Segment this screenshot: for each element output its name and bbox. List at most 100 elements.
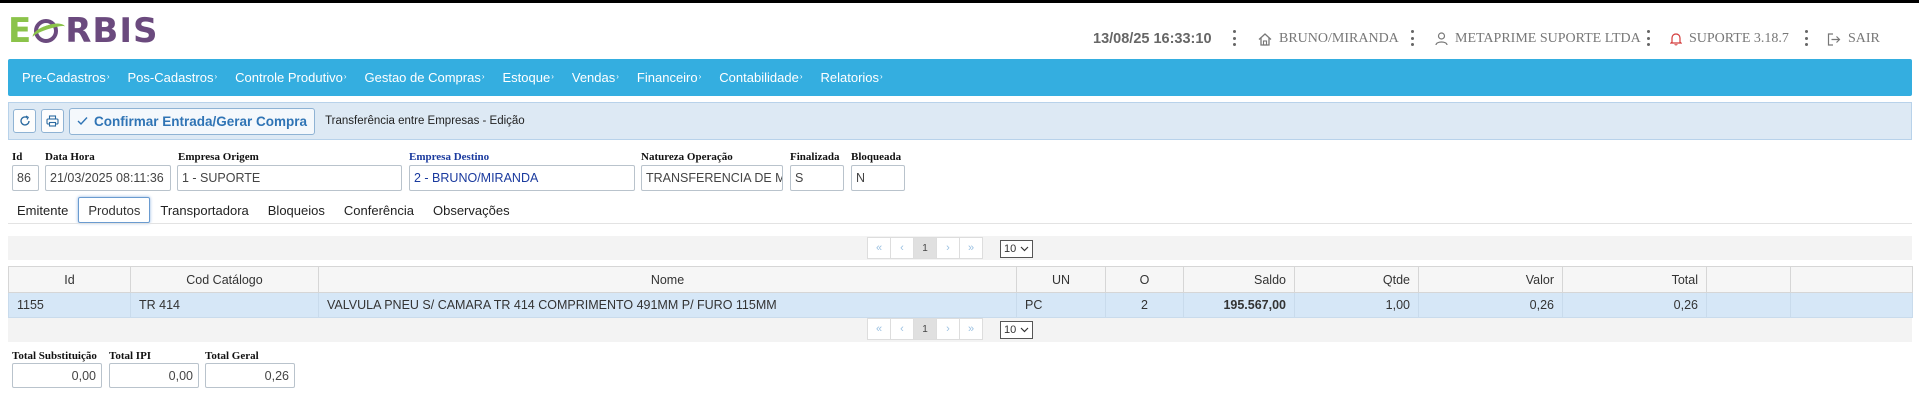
refresh-icon [19, 115, 30, 126]
cell-nome: VALVULA PNEU S/ CAMARA TR 414 COMPRIMENT… [318, 292, 1017, 318]
logo-text: RBIS [65, 11, 159, 51]
main-menu-bar: Pre-Cadastros › Pos-Cadastros › Controle P… [8, 59, 1912, 96]
menu-financeiro[interactable]: Financeiro › [637, 70, 701, 85]
caret-right-icon: › [698, 72, 702, 81]
logout-link[interactable]: SAIR [1827, 28, 1880, 50]
empresa-origem-field[interactable]: 1 - SUPORTE [177, 165, 402, 191]
cell-empty-2 [1790, 292, 1913, 318]
page-size-select[interactable]: 10 [1000, 240, 1034, 258]
bloqueada-field[interactable]: N [851, 165, 905, 191]
total-substituicao-field[interactable]: 0,00 [12, 363, 102, 388]
first-page-button[interactable]: « [867, 318, 891, 340]
window-top-border [0, 0, 1919, 3]
col-header-qtde[interactable]: Qtde [1294, 266, 1419, 293]
col-header-empty-2 [1790, 266, 1913, 293]
natureza-operacao-field[interactable]: TRANSFERENCIA DE MERC [641, 165, 783, 191]
header-user-label: METAPRIME SUPORTE LTDA [1455, 31, 1641, 46]
last-page-button[interactable]: » [959, 237, 983, 259]
next-page-button[interactable]: › [936, 318, 960, 340]
prev-page-button[interactable]: ‹ [890, 237, 914, 259]
cell-total: 0,26 [1562, 292, 1707, 318]
printer-icon [46, 115, 59, 127]
header-branch[interactable]: BRUNO/MIRANDA [1258, 28, 1399, 50]
total-ipi-field[interactable]: 0,00 [109, 363, 199, 388]
kebab-menu-icon[interactable] [1231, 28, 1237, 48]
label-total-substituicao: Total Substituição [12, 350, 97, 362]
col-header-o[interactable]: O [1105, 266, 1184, 293]
table-row[interactable]: 1155 TR 414 VALVULA PNEU S/ CAMARA TR 41… [8, 292, 1913, 318]
cell-saldo: 195.567,00 [1183, 292, 1295, 318]
menu-vendas[interactable]: Vendas › [572, 70, 619, 85]
menu-estoque[interactable]: Estoque › [503, 70, 554, 85]
current-page-button[interactable]: 1 [913, 318, 937, 340]
cell-valor: 0,26 [1418, 292, 1563, 318]
tab-transportadora[interactable]: Transportadora [151, 197, 257, 223]
caret-right-icon: › [799, 72, 803, 81]
menu-controle-produtivo[interactable]: Controle Produtivo › [235, 70, 346, 85]
col-header-empty-1 [1706, 266, 1791, 293]
first-page-button[interactable]: « [867, 237, 891, 259]
caret-right-icon: › [551, 72, 554, 81]
tab-bloqueios[interactable]: Bloqueios [259, 197, 334, 223]
label-bloqueada: Bloqueada [851, 151, 902, 163]
menu-pre-cadastros[interactable]: Pre-Cadastros › [22, 70, 109, 85]
tab-conferencia[interactable]: Conferência [335, 197, 423, 223]
caret-right-icon: › [214, 72, 218, 81]
col-header-saldo[interactable]: Saldo [1183, 266, 1295, 293]
tab-divider [8, 223, 1912, 224]
logout-label: SAIR [1848, 31, 1880, 46]
datahora-field[interactable]: 21/03/2025 08:11:36 [45, 165, 171, 191]
menu-pos-cadastros[interactable]: Pos-Cadastros › [127, 70, 217, 85]
col-header-total[interactable]: Total [1562, 266, 1707, 293]
header-version[interactable]: SUPORTE 3.18.7 [1670, 28, 1789, 50]
finalizada-field[interactable]: S [790, 165, 844, 191]
pager-bottom: « ‹ 1 › » [867, 318, 983, 340]
label-datahora: Data Hora [45, 151, 95, 163]
menu-relatorios[interactable]: Relatorios › [820, 70, 882, 85]
form-toolbar: Confirmar Entrada/Gerar Compra Transferê… [8, 102, 1912, 140]
current-page-button[interactable]: 1 [913, 237, 937, 259]
id-field[interactable]: 86 [12, 165, 39, 191]
tab-observacoes[interactable]: Observações [424, 197, 519, 223]
total-geral-field[interactable]: 0,26 [205, 363, 295, 388]
header-user[interactable]: METAPRIME SUPORTE LTDA [1435, 28, 1641, 50]
next-page-button[interactable]: › [936, 237, 960, 259]
col-header-un[interactable]: UN [1016, 266, 1106, 293]
kebab-menu-icon[interactable] [1409, 28, 1415, 48]
tab-emitente[interactable]: Emitente [8, 197, 77, 223]
page-size-select[interactable]: 10 [1000, 321, 1034, 339]
orbis-logo[interactable]: E RBIS [8, 12, 158, 48]
user-icon [1435, 32, 1448, 46]
col-header-valor[interactable]: Valor [1418, 266, 1563, 293]
caret-right-icon: › [880, 72, 883, 81]
print-button[interactable] [41, 109, 64, 133]
refresh-button[interactable] [13, 109, 36, 133]
cell-un: PC [1016, 292, 1106, 318]
caret-right-icon: › [481, 72, 485, 81]
label-total-ipi: Total IPI [109, 350, 152, 362]
col-header-id[interactable]: Id [8, 266, 131, 293]
cell-empty-1 [1706, 292, 1791, 318]
tab-produtos[interactable]: Produtos [78, 197, 151, 223]
kebab-menu-icon[interactable] [1645, 28, 1651, 48]
label-total-geral: Total Geral [205, 350, 259, 362]
pager-top: « ‹ 1 › » [867, 237, 983, 259]
col-header-cod-catalogo[interactable]: Cod Catálogo [130, 266, 319, 293]
kebab-menu-icon[interactable] [1803, 28, 1809, 48]
empresa-destino-field[interactable]: 2 - BRUNO/MIRANDA [409, 165, 635, 191]
last-page-button[interactable]: » [959, 318, 983, 340]
chevron-down-icon [1020, 246, 1029, 252]
label-natureza-operacao: Natureza Operação [641, 151, 733, 163]
col-header-nome[interactable]: Nome [318, 266, 1017, 293]
menu-contabilidade[interactable]: Contabilidade › [719, 70, 802, 85]
tab-bar: Emitente Produtos Transportadora Bloquei… [8, 197, 520, 223]
menu-gestao-compras[interactable]: Gestao de Compras › [364, 70, 484, 85]
label-finalizada: Finalizada [790, 151, 840, 163]
caret-right-icon: › [106, 72, 110, 81]
confirm-entry-button[interactable]: Confirmar Entrada/Gerar Compra [69, 107, 316, 135]
logo-letter-e: E [8, 11, 32, 51]
cell-cod-catalogo: TR 414 [130, 292, 319, 318]
cell-id: 1155 [8, 292, 131, 318]
prev-page-button[interactable]: ‹ [890, 318, 914, 340]
caret-right-icon: › [343, 72, 347, 81]
